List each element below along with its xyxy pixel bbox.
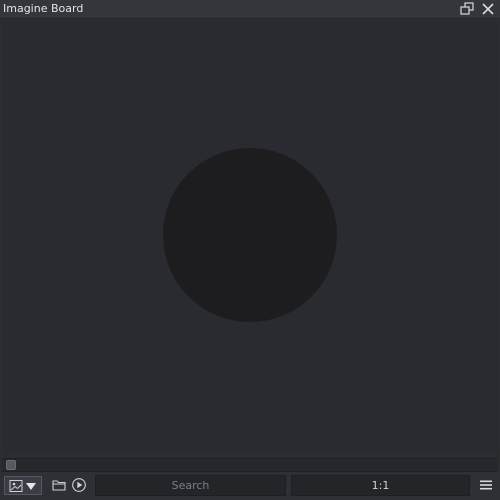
- image-type-dropdown[interactable]: [4, 476, 42, 495]
- play-slideshow-button[interactable]: [71, 477, 87, 493]
- folder-icon: [52, 480, 66, 491]
- close-panel-button[interactable]: [480, 2, 496, 16]
- float-window-icon: [460, 2, 474, 15]
- chevron-down-icon: [26, 483, 36, 490]
- panel-titlebar[interactable]: Imagine Board: [0, 0, 500, 19]
- image-viewer-area[interactable]: [2, 20, 498, 454]
- open-folder-button[interactable]: [51, 477, 67, 493]
- slider-handle[interactable]: [6, 460, 16, 470]
- image-icon: [9, 480, 23, 492]
- hamburger-menu-icon: [480, 480, 492, 490]
- search-input[interactable]: [95, 475, 286, 496]
- play-icon: [72, 478, 86, 492]
- imagine-board-panel: Imagine Board Search 1:1: [0, 0, 500, 500]
- bottom-toolbar: 1:1: [0, 472, 500, 500]
- panel-menu-button[interactable]: [477, 477, 495, 493]
- float-window-button[interactable]: [459, 2, 475, 16]
- close-icon: [482, 3, 494, 15]
- panel-title: Imagine Board: [3, 2, 84, 15]
- preview-image-circle: [163, 148, 337, 322]
- zoom-level-field[interactable]: 1:1: [291, 475, 470, 496]
- position-slider[interactable]: [2, 458, 498, 472]
